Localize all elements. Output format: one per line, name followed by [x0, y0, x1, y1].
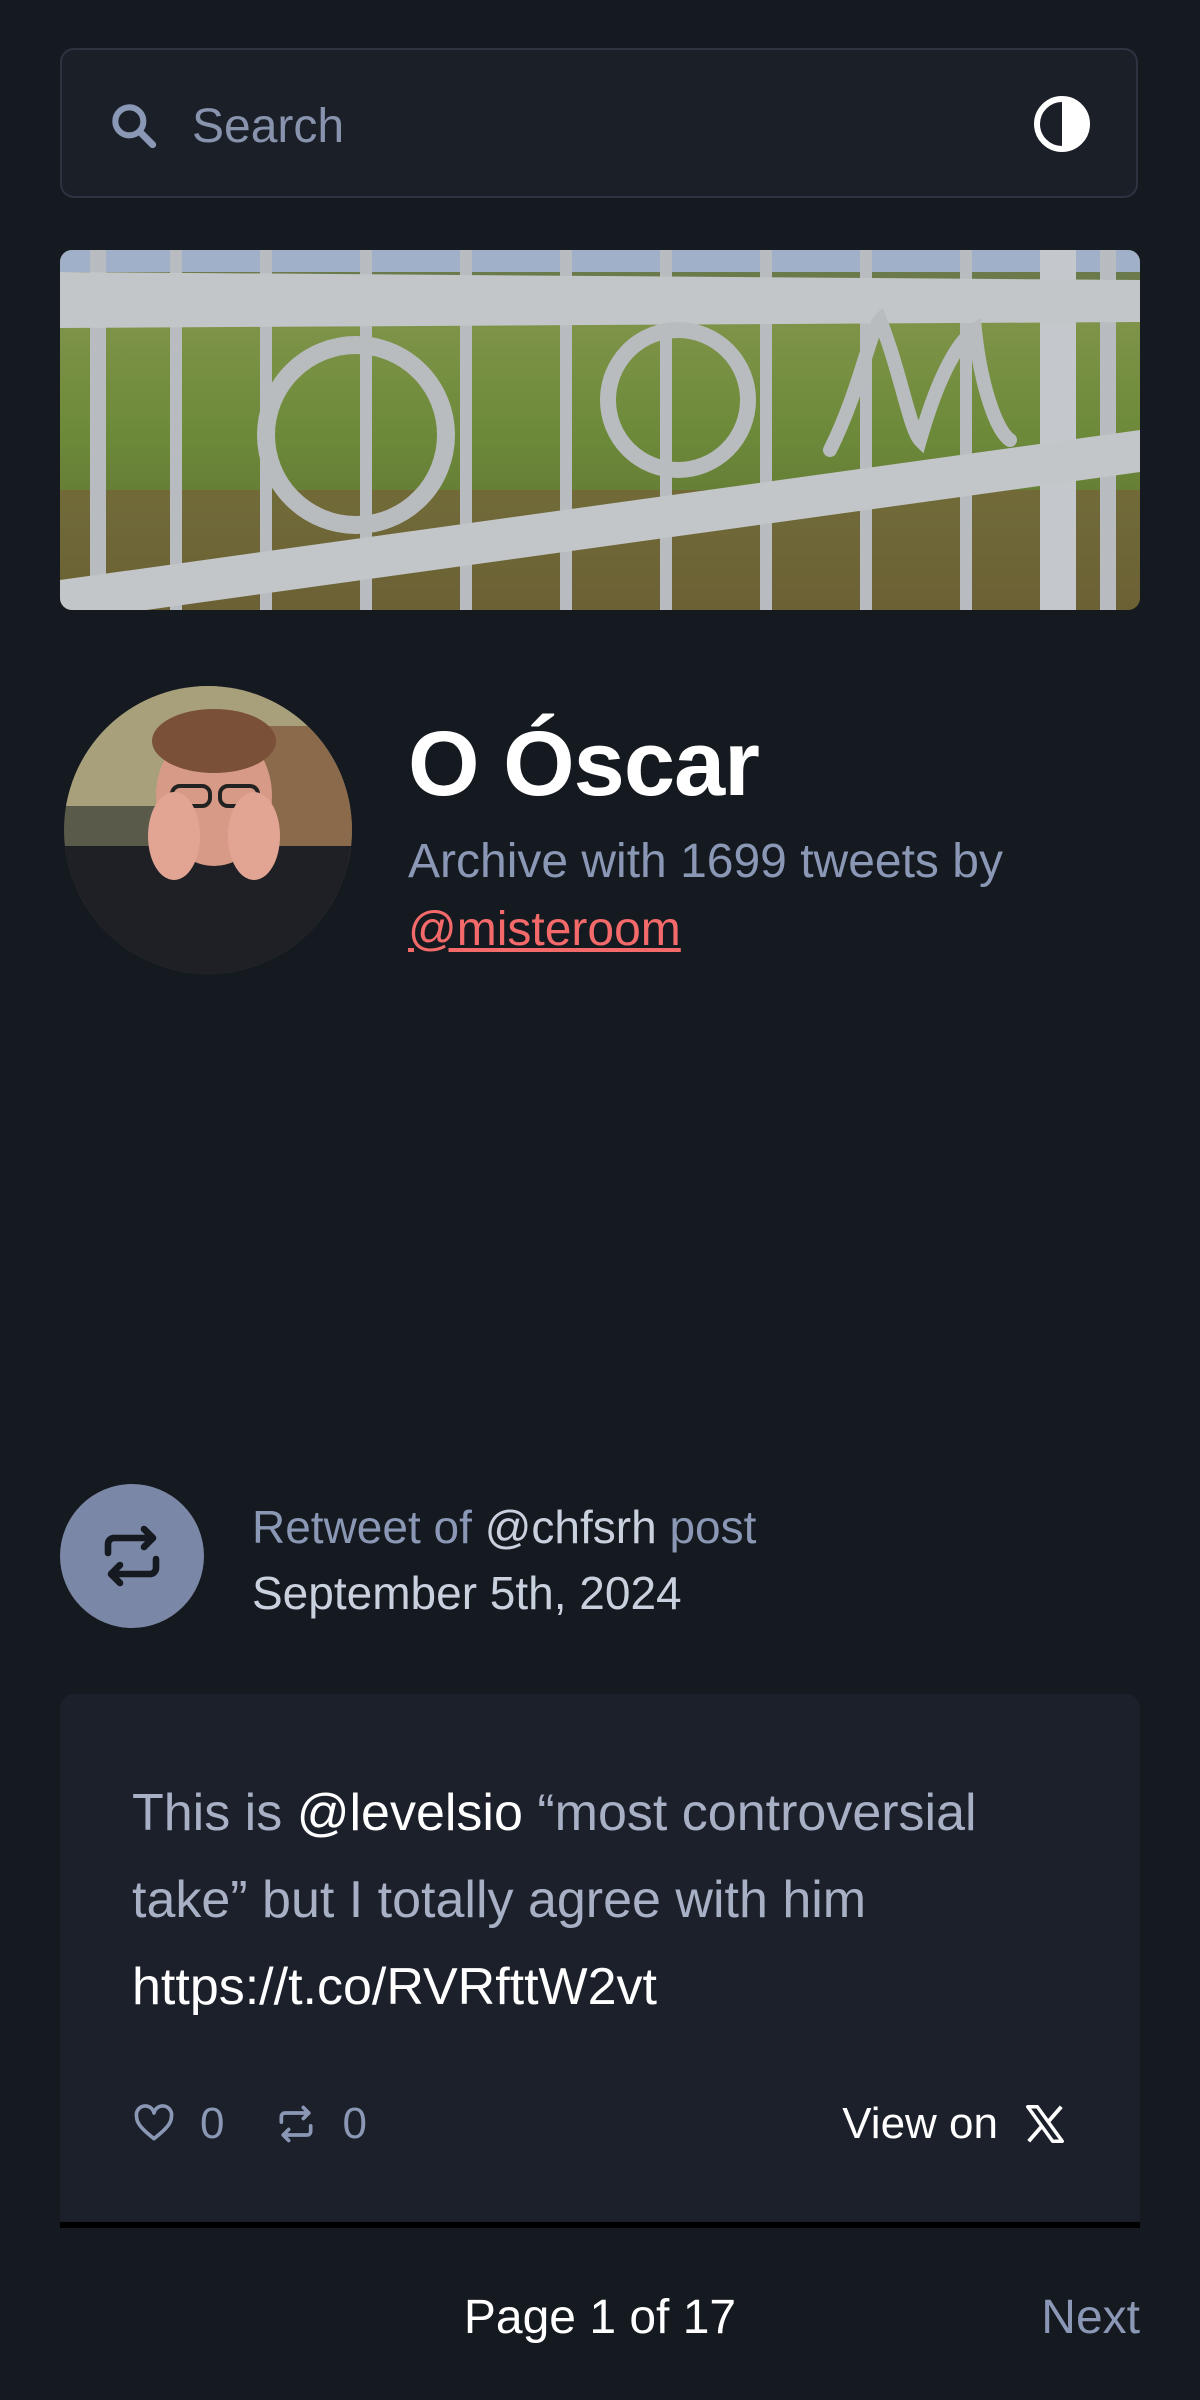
- tweet-mention-link[interactable]: @levelsio: [297, 1784, 523, 1842]
- like-action[interactable]: 0: [132, 2099, 224, 2149]
- heart-icon: [134, 2104, 174, 2141]
- profile-avatar: [64, 686, 352, 974]
- retweet-icon: [279, 2105, 313, 2143]
- archive-summary-text: Archive with 1699 tweets by: [408, 835, 1003, 888]
- tweet-card: This is @levelsio “most controversial ta…: [60, 1694, 1140, 2228]
- search-input[interactable]: [190, 88, 1014, 164]
- retweet-attribution: Retweet of @chfsrh post: [252, 1500, 756, 1554]
- profile-description: Archive with 1699 tweets by @misteroom: [408, 828, 1108, 964]
- search-bar[interactable]: [60, 48, 1138, 198]
- tweet-date: September 5th, 2024: [252, 1567, 682, 1619]
- contrast-half-circle-icon[interactable]: [1032, 94, 1092, 154]
- next-page-link[interactable]: Next: [1041, 2290, 1140, 2345]
- like-count: 0: [200, 2099, 225, 2148]
- tweet-actions: 0 0: [132, 2094, 417, 2154]
- retweet-icon: [104, 1525, 160, 1587]
- view-on-x-link[interactable]: View on: [842, 2094, 1068, 2154]
- x-logo-icon: [1026, 2105, 1064, 2143]
- retweet-count: 0: [342, 2099, 367, 2148]
- retweet-suffix: post: [669, 1501, 757, 1553]
- retweet-prefix: Retweet of: [252, 1501, 472, 1553]
- page-indicator: Page 1 of 17: [463, 2291, 737, 2344]
- tweet-text: This is @levelsio “most controversial ta…: [132, 1770, 1082, 2031]
- retweet-action[interactable]: 0: [274, 2099, 367, 2149]
- retweet-badge: [60, 1484, 204, 1628]
- profile-handle-link[interactable]: @misteroom: [408, 903, 681, 956]
- profile-name: O Óscar: [408, 713, 760, 815]
- retweet-user-link[interactable]: @chfsrh: [485, 1501, 657, 1553]
- tweet-text-part: This is: [132, 1784, 297, 1842]
- search-icon: [112, 104, 157, 149]
- view-on-label: View on: [842, 2099, 998, 2148]
- profile-banner-image: [60, 250, 1140, 610]
- tweet-url-link[interactable]: https://t.co/RVRfttW2vt: [132, 1958, 657, 2016]
